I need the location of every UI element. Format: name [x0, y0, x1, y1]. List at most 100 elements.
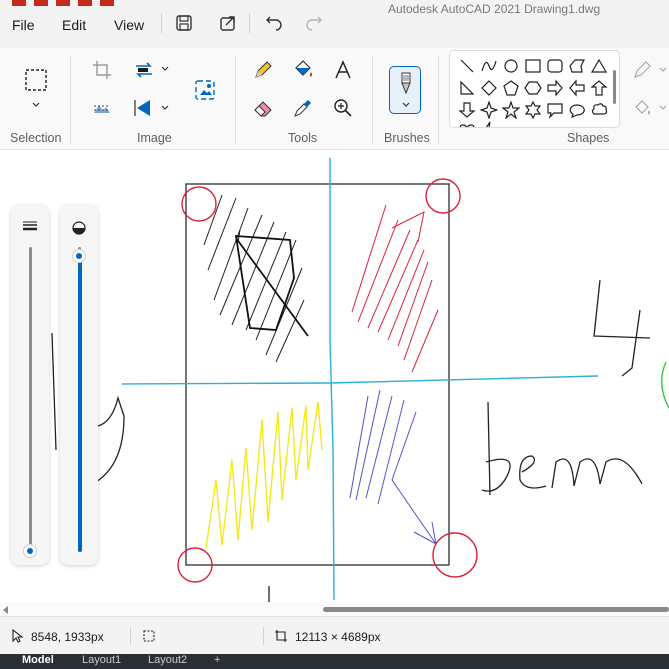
brush-size-thumb[interactable]: [23, 544, 37, 558]
group-divider: [438, 56, 439, 144]
magnifier-icon[interactable]: [329, 94, 357, 122]
selection-size-icon: [143, 630, 155, 642]
opacity-thumb[interactable]: [72, 249, 86, 263]
diamond-shape-icon[interactable]: [480, 79, 498, 97]
hatching-black: [203, 194, 305, 363]
background-app-icon: [12, 0, 26, 6]
sketch: [51, 158, 669, 604]
menu-divider: [249, 13, 250, 33]
callout-rectangle-shape-icon[interactable]: [546, 101, 564, 119]
background-app-icon: [34, 0, 48, 6]
vertical-guide-line: [329, 158, 335, 601]
scroll-left-icon[interactable]: [3, 606, 8, 614]
image-from-camera-icon[interactable]: [191, 76, 219, 104]
rotate-flip-icon[interactable]: [130, 94, 158, 122]
outline-icon[interactable]: [628, 56, 656, 84]
right-triangle-shape-icon[interactable]: [458, 79, 476, 97]
chevron-down-icon: [402, 102, 410, 107]
opacity-fill: [78, 256, 82, 552]
shape-fill-icon[interactable]: [628, 94, 656, 122]
save-icon[interactable]: [173, 12, 195, 34]
background-tab: +: [214, 654, 221, 666]
stroke-width-icon: [23, 221, 37, 231]
crop-icon[interactable]: [88, 56, 116, 84]
curve-shape-icon[interactable]: [480, 57, 498, 75]
background-app-icon: [56, 0, 70, 6]
select-transparent-icon[interactable]: [88, 94, 116, 122]
right-arrow-shape-icon[interactable]: [546, 79, 564, 97]
rectangle-shape-icon[interactable]: [524, 57, 542, 75]
line-shape-icon[interactable]: [458, 57, 476, 75]
six-point-star-shape-icon[interactable]: [524, 101, 542, 119]
horizontal-scrollbar-thumb[interactable]: [323, 607, 669, 612]
resize-icon[interactable]: [130, 56, 158, 84]
four-point-star-shape-icon[interactable]: [480, 101, 498, 119]
share-icon[interactable]: [217, 12, 239, 34]
shapes-scrollbar[interactable]: [613, 70, 616, 104]
callout-oval-shape-icon[interactable]: [568, 101, 586, 119]
undo-icon[interactable]: [263, 12, 285, 34]
lightning-shape-icon[interactable]: [480, 121, 498, 128]
status-divider: [263, 627, 264, 645]
menu-view[interactable]: View: [110, 15, 148, 35]
hatching-yellow: [205, 401, 323, 549]
horizontal-scrollbar[interactable]: [0, 602, 669, 616]
callout-cloud-shape-icon[interactable]: [590, 101, 608, 119]
pencil-icon[interactable]: [249, 56, 277, 84]
chevron-down-icon[interactable]: [160, 103, 170, 113]
group-label-image: Image: [137, 131, 172, 145]
brushes-button[interactable]: [389, 66, 421, 114]
group-label-shapes: Shapes: [567, 131, 610, 145]
menu-file[interactable]: File: [8, 15, 39, 35]
chevron-down-icon[interactable]: [160, 64, 170, 74]
group-label-brushes: Brushes: [384, 131, 430, 145]
background-window-tabs: Model Layout1 Layout2 +: [0, 654, 669, 669]
group-divider: [235, 56, 236, 144]
opacity-slider-panel: [60, 205, 98, 565]
background-tab: Layout2: [148, 654, 188, 666]
group-divider: [372, 56, 373, 144]
horizontal-guide-line: [121, 375, 599, 385]
heart-shape-icon[interactable]: [458, 121, 476, 128]
oval-shape-icon[interactable]: [502, 57, 520, 75]
menu-bar: Autodesk AutoCAD 2021 Drawing1.dwg File …: [0, 0, 669, 48]
menu-edit[interactable]: Edit: [58, 15, 90, 35]
group-label-tools: Tools: [288, 131, 318, 145]
hexagon-shape-icon[interactable]: [524, 79, 542, 97]
left-arrow-shape-icon[interactable]: [568, 79, 586, 97]
canvas-size-icon: [275, 630, 287, 642]
background-app-icon: [100, 0, 114, 6]
background-tab: Layout1: [82, 654, 122, 666]
handwriting-bem: [481, 401, 643, 496]
rounded-rectangle-shape-icon[interactable]: [546, 57, 564, 75]
hatching-blue: [349, 389, 437, 545]
chevron-down-icon[interactable]: [31, 100, 41, 110]
canvas-size: 12113 × 4689px: [295, 630, 381, 644]
chevron-down-icon[interactable]: [658, 65, 668, 75]
pentagon-shape-icon[interactable]: [502, 79, 520, 97]
status-bar: 8548, 1933px 12113 × 4689px: [0, 616, 669, 654]
eraser-icon[interactable]: [249, 94, 277, 122]
triangle-shape-icon[interactable]: [590, 57, 608, 75]
brush-size-track[interactable]: [29, 247, 32, 547]
shapes-gallery: [449, 50, 620, 128]
text-icon[interactable]: [329, 56, 357, 84]
brush-size-slider-panel: [11, 205, 49, 565]
up-arrow-shape-icon[interactable]: [590, 79, 608, 97]
down-arrow-shape-icon[interactable]: [458, 101, 476, 119]
redo-icon[interactable]: [303, 12, 325, 34]
handwriting-4: [593, 279, 651, 377]
rectangle-select-icon[interactable]: [22, 66, 50, 94]
opacity-drop-icon: [72, 221, 86, 235]
color-picker-icon[interactable]: [289, 94, 317, 122]
cursor-position: 8548, 1933px: [31, 630, 104, 644]
drawing-canvas[interactable]: [0, 150, 669, 605]
group-label-selection: Selection: [10, 131, 62, 145]
five-point-star-shape-icon[interactable]: [502, 101, 520, 119]
fill-icon[interactable]: [289, 56, 317, 84]
polygon-shape-icon[interactable]: [568, 57, 586, 75]
chevron-down-icon[interactable]: [658, 103, 668, 113]
background-tab: Model: [22, 654, 54, 666]
menu-divider: [161, 13, 162, 33]
cursor-icon: [12, 629, 24, 643]
